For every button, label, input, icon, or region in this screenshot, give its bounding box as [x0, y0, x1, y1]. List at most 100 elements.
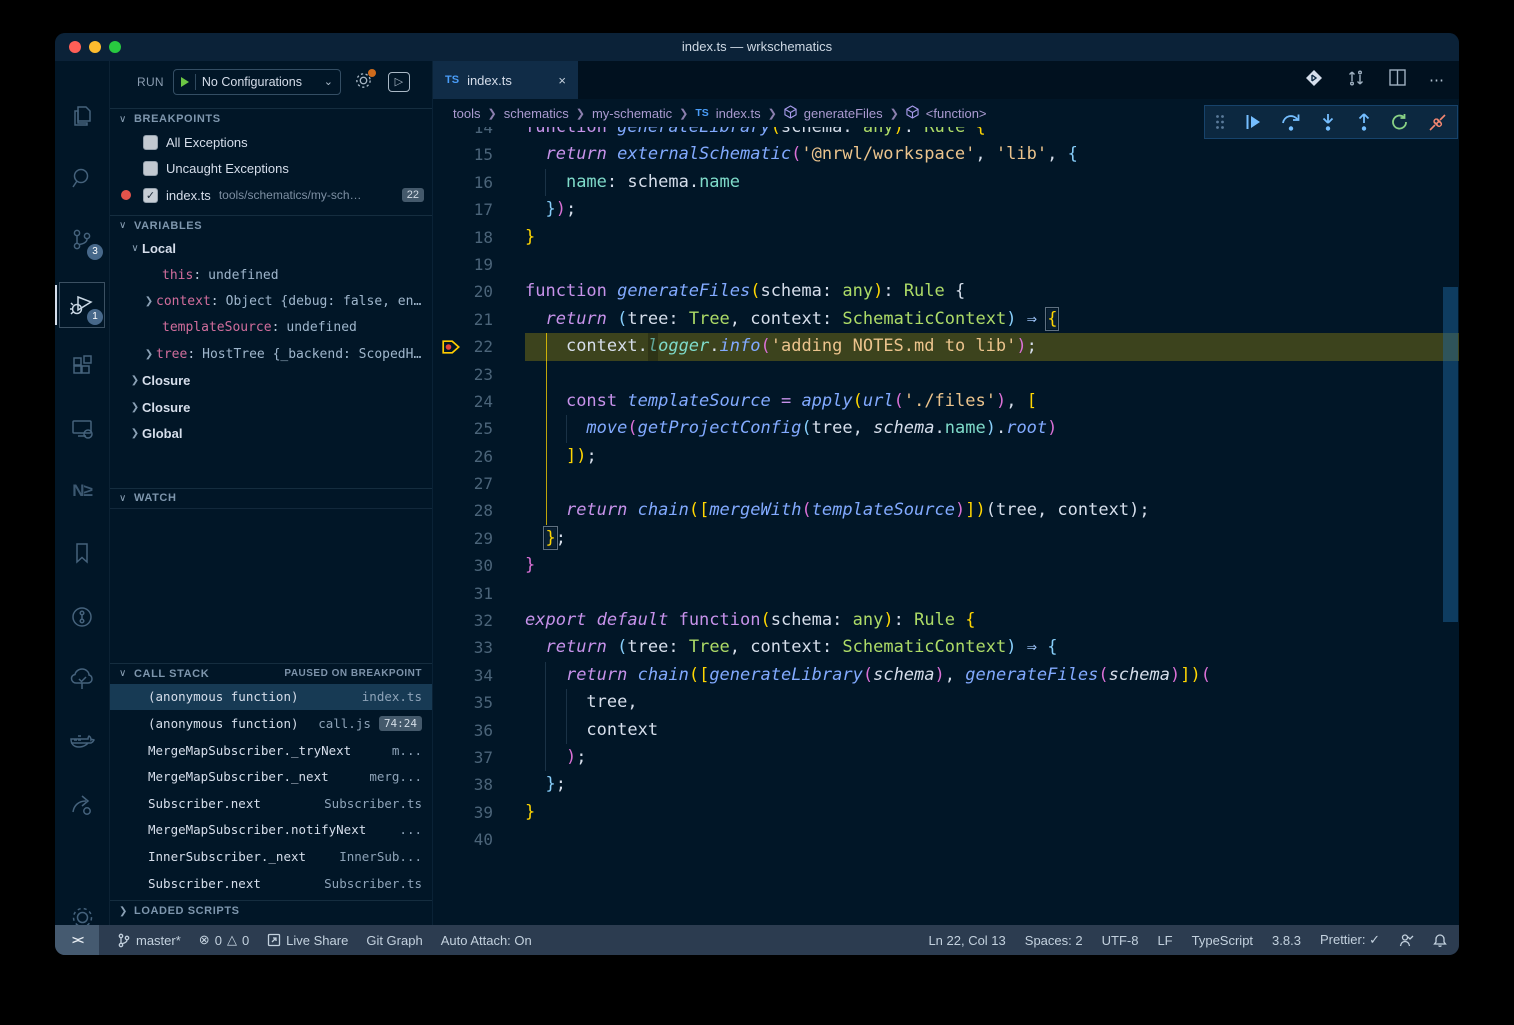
breadcrumb-my-schematic[interactable]: my-schematic: [592, 106, 672, 121]
variable-this[interactable]: this: undefined: [110, 262, 432, 288]
gutter-line-32[interactable]: 32: [433, 607, 525, 634]
breakpoint-all-exceptions[interactable]: All Exceptions: [110, 129, 432, 156]
breadcrumb-tools[interactable]: tools: [453, 106, 480, 121]
code-line-32[interactable]: 32export default function(schema: any): …: [433, 607, 1459, 634]
docker-icon[interactable]: [55, 717, 109, 769]
editor-scrollbar[interactable]: [1443, 287, 1458, 622]
gutter-line-20[interactable]: 20: [433, 278, 525, 305]
code-line-40[interactable]: 40: [433, 826, 1459, 853]
git-graph-status[interactable]: Git Graph: [366, 933, 422, 948]
scope-local[interactable]: ∨ Local: [110, 236, 432, 262]
gutter-line-33[interactable]: 33: [433, 634, 525, 661]
run-and-debug-icon[interactable]: 1: [55, 279, 109, 331]
breadcrumb-function[interactable]: <function>: [926, 106, 987, 121]
gutter-line-40[interactable]: 40: [433, 826, 525, 853]
minimize-window-button[interactable]: [89, 41, 101, 53]
breakpoints-header[interactable]: ∨ BREAKPOINTS: [110, 108, 432, 129]
share-icon[interactable]: [55, 779, 109, 831]
checkbox-checked[interactable]: ✓: [143, 188, 158, 203]
compare-changes-icon[interactable]: [1346, 68, 1366, 93]
code-line-15[interactable]: 15 return externalSchematic('@nrwl/works…: [433, 141, 1459, 168]
zoom-window-button[interactable]: [109, 41, 121, 53]
live-share-status[interactable]: Live Share: [267, 933, 348, 948]
gutter-line-30[interactable]: 30: [433, 552, 525, 579]
gutter-line-28[interactable]: 28: [433, 497, 525, 524]
tab-indexts[interactable]: TS index.ts ×: [433, 61, 578, 99]
watch-header[interactable]: ∨ WATCH: [110, 488, 432, 509]
code-line-20[interactable]: 20function generateFiles(schema: any): R…: [433, 278, 1459, 305]
launch-configuration-dropdown[interactable]: No Configurations ⌄: [173, 69, 341, 95]
gitlens-icon[interactable]: [55, 591, 109, 643]
code-line-28[interactable]: 28 return chain([mergeWith(templateSourc…: [433, 497, 1459, 524]
code-line-18[interactable]: 18}: [433, 224, 1459, 251]
call-stack-header[interactable]: ∨ CALL STACK PAUSED ON BREAKPOINT: [110, 663, 432, 684]
breakpoint-indexts[interactable]: ✓ index.ts tools/schematics/my-sch… 22: [110, 182, 432, 209]
explorer-icon[interactable]: [55, 90, 109, 142]
gutter-line-22[interactable]: 22: [433, 333, 525, 360]
gutter-line-23[interactable]: 23: [433, 361, 525, 388]
gutter-line-38[interactable]: 38: [433, 771, 525, 798]
code-line-34[interactable]: 34 return chain([generateLibrary(schema)…: [433, 662, 1459, 689]
gutter-line-17[interactable]: 17: [433, 196, 525, 223]
loaded-scripts-header[interactable]: ❯ LOADED SCRIPTS: [110, 900, 432, 921]
breadcrumb-schematics[interactable]: schematics: [504, 106, 569, 121]
checkbox-unchecked[interactable]: [143, 161, 158, 176]
gutter-line-26[interactable]: 26: [433, 443, 525, 470]
code-line-38[interactable]: 38 };: [433, 771, 1459, 798]
disconnect-icon[interactable]: [1428, 113, 1447, 132]
variables-header[interactable]: ∨ VARIABLES: [110, 215, 432, 236]
close-window-button[interactable]: [69, 41, 81, 53]
git-branch-status[interactable]: master*: [117, 933, 181, 948]
notifications-bell-icon[interactable]: [1433, 933, 1447, 948]
call-stack-frame-2[interactable]: MergeMapSubscriber._tryNextm...: [110, 737, 432, 764]
restart-icon[interactable]: [1391, 113, 1409, 131]
problems-status[interactable]: ⊗ 0 △ 0: [199, 932, 249, 948]
code-line-24[interactable]: 24 const templateSource = apply(url('./f…: [433, 388, 1459, 415]
code-line-25[interactable]: 25 move(getProjectConfig(tree, schema.na…: [433, 415, 1459, 442]
gutter-line-34[interactable]: 34: [433, 662, 525, 689]
gutter-line-27[interactable]: 27: [433, 470, 525, 497]
code-line-33[interactable]: 33 return (tree: Tree, context: Schemati…: [433, 634, 1459, 661]
code-line-39[interactable]: 39}: [433, 799, 1459, 826]
language-status[interactable]: TypeScript: [1192, 933, 1253, 948]
code-editor[interactable]: 14function generateLibrary(schema: any):…: [433, 127, 1459, 925]
remote-explorer-icon[interactable]: [55, 403, 109, 455]
gutter-line-39[interactable]: 39: [433, 799, 525, 826]
bookmarks-icon[interactable]: [55, 527, 109, 579]
auto-attach-status[interactable]: Auto Attach: On: [441, 933, 532, 948]
call-stack-frame-5[interactable]: MergeMapSubscriber.notifyNext...: [110, 817, 432, 844]
split-editor-icon[interactable]: [1388, 68, 1407, 92]
call-stack-frame-1[interactable]: (anonymous function)call.js74:24: [110, 710, 432, 737]
scope-closure-1[interactable]: ❯ Closure: [110, 367, 432, 393]
eol-status[interactable]: LF: [1157, 933, 1172, 948]
gutter-line-29[interactable]: 29: [433, 525, 525, 552]
close-tab-icon[interactable]: ×: [558, 73, 566, 88]
prettier-status[interactable]: Prettier: ✓: [1320, 932, 1380, 948]
gutter-line-24[interactable]: 24: [433, 388, 525, 415]
call-stack-frame-6[interactable]: InnerSubscriber._nextInnerSub...: [110, 843, 432, 870]
gutter-line-37[interactable]: 37: [433, 744, 525, 771]
gutter-line-21[interactable]: 21: [433, 306, 525, 333]
gutter-line-35[interactable]: 35: [433, 689, 525, 716]
title-bar[interactable]: index.ts — wrkschematics: [55, 33, 1459, 61]
code-line-27[interactable]: 27: [433, 470, 1459, 497]
more-actions-icon[interactable]: ⋯: [1429, 71, 1445, 89]
start-debugging-icon[interactable]: [181, 77, 189, 87]
test-explorer-icon[interactable]: [55, 653, 109, 705]
variable-tree[interactable]: ❯ tree: HostTree {_backend: ScopedH…: [110, 341, 432, 367]
code-line-30[interactable]: 30}: [433, 552, 1459, 579]
variable-context[interactable]: ❯ context: Object {debug: false, en…: [110, 288, 432, 314]
code-line-37[interactable]: 37 );: [433, 744, 1459, 771]
code-line-17[interactable]: 17 });: [433, 196, 1459, 223]
gutter-line-18[interactable]: 18: [433, 224, 525, 251]
checkbox-unchecked[interactable]: [143, 135, 158, 150]
extensions-icon[interactable]: [55, 341, 109, 393]
code-line-19[interactable]: 19: [433, 251, 1459, 278]
breakpoint-uncaught-exceptions[interactable]: Uncaught Exceptions: [110, 156, 432, 183]
gutter-line-14[interactable]: 14: [433, 127, 525, 141]
code-line-29[interactable]: 29 };: [433, 525, 1459, 552]
gutter-line-31[interactable]: 31: [433, 580, 525, 607]
gutter-line-15[interactable]: 15: [433, 141, 525, 168]
search-icon[interactable]: [55, 152, 109, 204]
step-out-icon[interactable]: [1356, 113, 1372, 132]
